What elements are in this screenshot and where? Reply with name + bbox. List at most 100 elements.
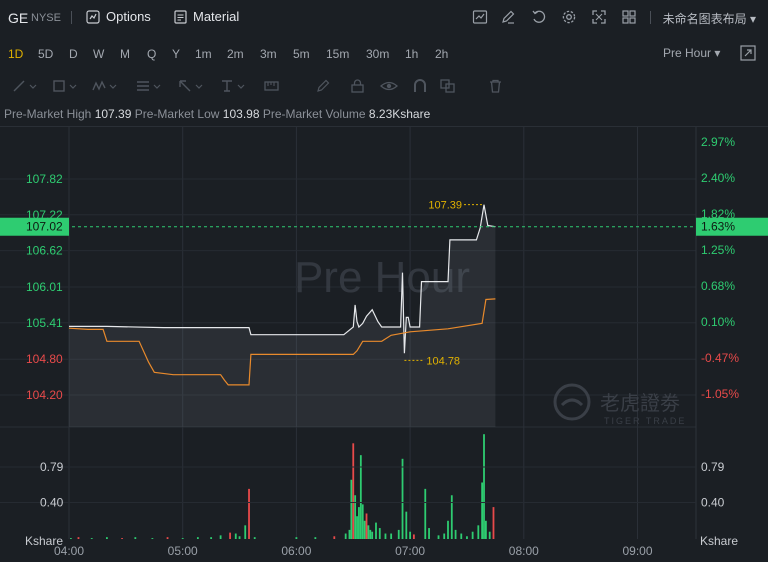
volume-bar (234, 533, 237, 539)
volume-tick-right: 0.79 (701, 460, 725, 474)
options-icon (86, 9, 100, 24)
percent-tick-label: -1.05% (701, 387, 739, 401)
wave-tool-icon[interactable] (92, 79, 120, 93)
session-label: Pre Hour (663, 46, 712, 60)
volume-bar (134, 537, 137, 539)
volume-tick-left: 0.40 (40, 496, 64, 510)
exchange-label: NYSE (31, 12, 61, 24)
volume-bar (466, 536, 468, 539)
measure-tool-icon[interactable] (264, 79, 280, 93)
volume-bar (359, 455, 362, 539)
volume-bar (397, 529, 400, 539)
timeframe-d[interactable]: D (69, 47, 78, 61)
material-icon (174, 9, 187, 24)
timeframe-5m[interactable]: 5m (293, 47, 310, 61)
draw-icon[interactable] (500, 9, 516, 25)
percent-tick-label: 1.25% (701, 243, 735, 257)
low-value: 103.98 (222, 107, 260, 121)
volume-bar (196, 537, 199, 539)
brand-name: 老虎證劵 (600, 391, 680, 415)
lock-icon[interactable] (350, 79, 366, 93)
timeframe-5d[interactable]: 5D (38, 47, 53, 61)
volume-bar (492, 507, 495, 539)
volume-bar (361, 504, 364, 539)
gear-icon[interactable] (561, 9, 577, 25)
volume-tick-right: 0.40 (701, 496, 725, 510)
volume-bar (151, 538, 154, 539)
high-value: 107.39 (94, 107, 132, 121)
percent-tick-label: 2.40% (701, 171, 735, 185)
volume-bar (365, 513, 368, 539)
timeframe-3m[interactable]: 3m (260, 47, 277, 61)
current-price-text: 107.02 (26, 220, 63, 234)
volume-bar (378, 528, 381, 539)
percent-tick-label: 0.10% (701, 315, 735, 329)
timeframe-2h[interactable]: 2h (435, 47, 448, 61)
timeframe-1h[interactable]: 1h (405, 47, 418, 61)
line-tool-icon[interactable] (12, 79, 40, 93)
timeframe-30m[interactable]: 30m (366, 47, 389, 61)
price-tick-label: 105.41 (26, 316, 63, 330)
volume-bar (350, 479, 353, 539)
expand-icon[interactable] (740, 45, 756, 61)
volume-bar (367, 525, 370, 539)
time-tick-label: 07:00 (395, 544, 425, 558)
volume-bar (390, 533, 393, 539)
options-label: Options (106, 9, 151, 24)
volume-bar (405, 511, 408, 539)
layers-icon[interactable] (440, 79, 456, 93)
chart-icon[interactable] (472, 9, 488, 25)
volume-bar (437, 535, 440, 539)
volume-bar (253, 537, 256, 539)
material-button[interactable]: Material (174, 9, 239, 24)
price-tick-label: 106.01 (26, 280, 63, 294)
undo-icon[interactable] (531, 9, 547, 25)
volume-value: 8.23Kshare (368, 107, 431, 121)
volume-bar (295, 537, 298, 539)
pencil-icon[interactable] (316, 79, 332, 93)
percent-tick-label: 0.68% (701, 279, 735, 293)
time-tick-label: 08:00 (509, 544, 539, 558)
timeframe-1d[interactable]: 1D (8, 47, 23, 61)
timeframe-1m[interactable]: 1m (195, 47, 212, 61)
eye-icon[interactable] (380, 79, 398, 93)
timeframe-2m[interactable]: 2m (227, 47, 244, 61)
trash-icon[interactable] (488, 79, 504, 93)
price-chart[interactable]: Pre Hour老虎證劵TIGER TRADE107.39104.78107.8… (0, 127, 768, 562)
volume-bar (485, 520, 487, 539)
layout-selector[interactable]: 未命名图表布局 ▾ (663, 10, 756, 27)
volume-bar (166, 537, 169, 539)
volume-bar (481, 482, 484, 539)
timeframe-q[interactable]: Q (147, 47, 156, 61)
session-selector[interactable]: Pre Hour ▾ (663, 46, 720, 60)
volume-bar (363, 520, 366, 539)
timeframe-w[interactable]: W (93, 47, 104, 61)
volume-bar (488, 531, 491, 539)
text-tool-icon[interactable] (220, 79, 248, 93)
time-tick-label: 09:00 (622, 544, 652, 558)
volume-bar (181, 538, 184, 539)
fib-tool-icon[interactable] (136, 79, 164, 93)
grid-icon[interactable] (621, 9, 637, 25)
volume-bar (375, 522, 377, 539)
price-tick-label: 106.62 (26, 244, 63, 258)
low-label: Pre-Market Low (134, 107, 220, 121)
material-label: Material (193, 9, 240, 24)
volume-bar (244, 525, 247, 539)
volume-bar (371, 531, 374, 539)
price-tick-label: 104.80 (26, 352, 63, 366)
timeframe-15m[interactable]: 15m (326, 47, 349, 61)
volume-bar (90, 538, 93, 539)
timeframe-y[interactable]: Y (172, 47, 180, 61)
volume-bar (248, 488, 250, 539)
high-label: Pre-Market High (4, 107, 92, 121)
arrow-tool-icon[interactable] (178, 79, 206, 93)
rect-tool-icon[interactable] (52, 79, 80, 93)
timeframe-m[interactable]: M (120, 47, 130, 61)
options-button[interactable]: Options (86, 9, 151, 24)
symbol-label[interactable]: GE (8, 10, 28, 26)
fullscreen-icon[interactable] (591, 9, 607, 25)
volume-bar (354, 495, 357, 539)
magnet-icon[interactable] (412, 79, 428, 93)
percent-tick-label: -0.47% (701, 351, 739, 365)
